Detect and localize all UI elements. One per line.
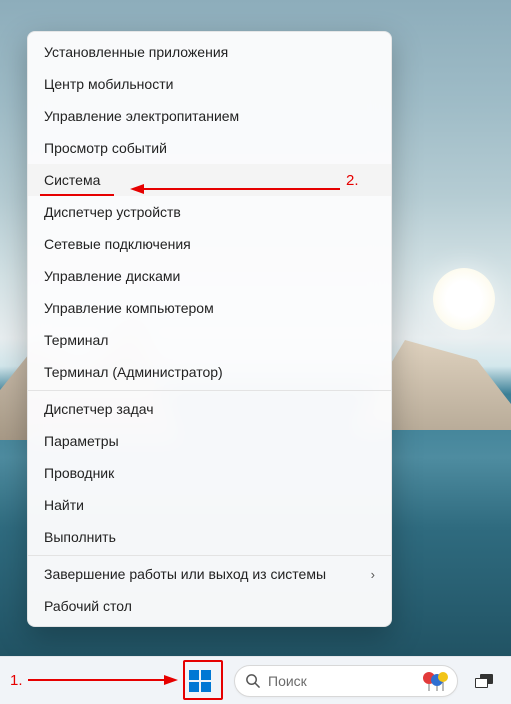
menu-item-label: Управление дисками bbox=[44, 268, 180, 284]
menu-item-label: Просмотр событий bbox=[44, 140, 167, 156]
menu-power-options[interactable]: Управление электропитанием bbox=[28, 100, 391, 132]
windows-logo-icon bbox=[189, 670, 211, 692]
menu-item-label: Проводник bbox=[44, 465, 114, 481]
search-placeholder: Поиск bbox=[268, 673, 421, 689]
annotation-underline-system bbox=[40, 194, 114, 196]
search-icon bbox=[245, 673, 260, 688]
annotation-label-2: 2. bbox=[346, 172, 359, 189]
search-highlight-icon bbox=[421, 670, 449, 692]
menu-item-label: Управление компьютером bbox=[44, 300, 214, 316]
chevron-right-icon: › bbox=[371, 567, 375, 582]
menu-item-label: Установленные приложения bbox=[44, 44, 228, 60]
menu-task-manager[interactable]: Диспетчер задач bbox=[28, 393, 391, 425]
menu-settings[interactable]: Параметры bbox=[28, 425, 391, 457]
menu-event-viewer[interactable]: Просмотр событий bbox=[28, 132, 391, 164]
menu-item-label: Система bbox=[44, 172, 100, 188]
menu-installed-apps[interactable]: Установленные приложения bbox=[28, 36, 391, 68]
menu-shutdown-signout[interactable]: Завершение работы или выход из системы › bbox=[28, 558, 391, 590]
menu-item-label: Диспетчер устройств bbox=[44, 204, 181, 220]
menu-terminal-admin[interactable]: Терминал (Администратор) bbox=[28, 356, 391, 388]
task-view-icon bbox=[475, 674, 493, 688]
menu-item-label: Завершение работы или выход из системы bbox=[44, 566, 326, 582]
menu-item-label: Рабочий стол bbox=[44, 598, 132, 614]
taskbar: Поиск bbox=[0, 656, 511, 704]
desktop-sun bbox=[433, 268, 495, 330]
menu-separator bbox=[28, 390, 391, 391]
menu-item-label: Найти bbox=[44, 497, 84, 513]
menu-item-label: Выполнить bbox=[44, 529, 116, 545]
menu-item-label: Параметры bbox=[44, 433, 119, 449]
menu-item-label: Диспетчер задач bbox=[44, 401, 154, 417]
menu-disk-management[interactable]: Управление дисками bbox=[28, 260, 391, 292]
menu-desktop[interactable]: Рабочий стол bbox=[28, 590, 391, 622]
menu-terminal[interactable]: Терминал bbox=[28, 324, 391, 356]
winx-context-menu: Установленные приложения Центр мобильност… bbox=[27, 31, 392, 627]
menu-item-label: Терминал bbox=[44, 332, 108, 348]
menu-network-connections[interactable]: Сетевые подключения bbox=[28, 228, 391, 260]
annotation-label-1: 1. bbox=[10, 672, 23, 689]
menu-item-label: Управление электропитанием bbox=[44, 108, 239, 124]
menu-item-label: Терминал (Администратор) bbox=[44, 364, 223, 380]
menu-file-explorer[interactable]: Проводник bbox=[28, 457, 391, 489]
taskbar-search[interactable]: Поиск bbox=[234, 665, 458, 697]
menu-item-label: Центр мобильности bbox=[44, 76, 173, 92]
menu-device-manager[interactable]: Диспетчер устройств bbox=[28, 196, 391, 228]
menu-run[interactable]: Выполнить bbox=[28, 521, 391, 553]
menu-system[interactable]: Система bbox=[28, 164, 391, 196]
start-button[interactable] bbox=[180, 661, 220, 701]
menu-separator bbox=[28, 555, 391, 556]
menu-item-label: Сетевые подключения bbox=[44, 236, 191, 252]
menu-search[interactable]: Найти bbox=[28, 489, 391, 521]
menu-mobility-center[interactable]: Центр мобильности bbox=[28, 68, 391, 100]
task-view-button[interactable] bbox=[470, 667, 498, 695]
menu-computer-management[interactable]: Управление компьютером bbox=[28, 292, 391, 324]
